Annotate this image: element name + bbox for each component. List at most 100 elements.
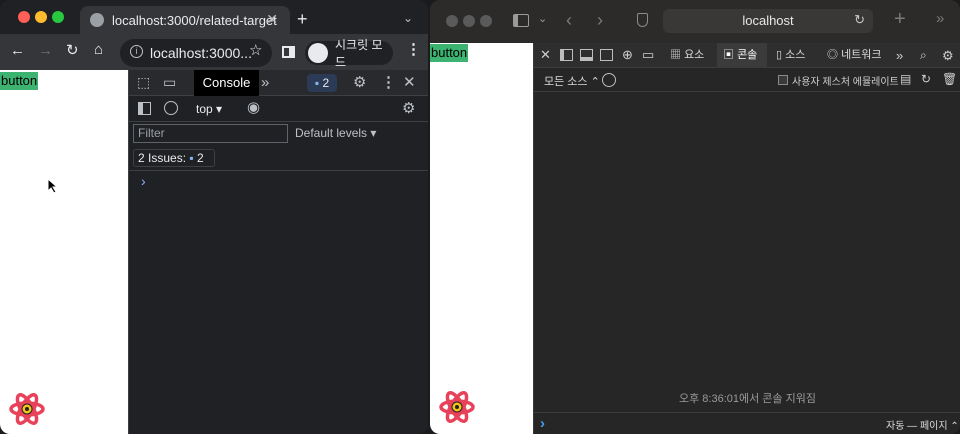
chrome-window: localhost:3000/related-target ✕ + ⌄ ← → … [0, 0, 428, 434]
page-button[interactable]: button [0, 72, 39, 90]
issues-badge[interactable]: ▪ 2 [307, 74, 337, 92]
sources-select[interactable]: 모든 소스 ⌃ [544, 73, 600, 89]
close-icon[interactable]: ✕ [403, 75, 416, 90]
back-icon[interactable]: ‹ [566, 11, 572, 29]
console-prompt[interactable]: › [141, 173, 146, 189]
levels-select[interactable]: Default levels ▾ [295, 126, 376, 140]
eye-icon[interactable]: ◉ [247, 100, 260, 115]
home-icon[interactable]: ⌂ [94, 42, 103, 57]
devtools-panel: ⬚ ▭ Console » ▪ 2 ⚙ ⋮ ✕ top ▾ ◉ ⚙ Filter… [128, 70, 428, 434]
more-icon[interactable]: » [936, 11, 944, 26]
device-icon[interactable]: ▭ [163, 75, 176, 89]
maximize-window-button[interactable] [480, 15, 492, 27]
tab-console[interactable]: Console [194, 70, 259, 96]
tab-sources[interactable]: ▯ 소스 [776, 43, 805, 68]
issues-link[interactable]: 2 Issues: ▪ 2 [133, 149, 215, 167]
inspector-tabbar: ✕ ⊕ ▭ ▦ 요소 ▣ 콘솔 ▯ 소스 ◎ 네트워크 » ⌕ ⚙ [534, 43, 960, 68]
forward-icon[interactable]: → [38, 43, 53, 58]
incognito-icon [308, 43, 328, 63]
tab-search-icon[interactable]: ⌄ [403, 12, 413, 24]
auto-page-label: 자동 — 페이지 [886, 421, 948, 432]
page-viewport: button [0, 70, 128, 434]
incognito-indicator[interactable]: 시크릿 모드 [305, 38, 393, 69]
more-tabs-icon[interactable]: » [261, 75, 269, 90]
new-tab-icon[interactable]: + [297, 10, 308, 28]
detach-icon[interactable] [600, 49, 613, 61]
react-logo-icon [9, 393, 45, 425]
new-tab-icon[interactable]: + [894, 9, 906, 29]
more-tabs-icon[interactable]: » [896, 49, 903, 62]
react-logo-icon [439, 391, 475, 423]
page-viewport: button [430, 43, 533, 434]
context-value: top [196, 102, 213, 116]
target-icon[interactable]: ⊕ [622, 48, 633, 61]
sidepanel-icon[interactable] [282, 46, 295, 58]
filter-icon[interactable] [602, 73, 616, 87]
inspect-icon[interactable]: ⬚ [137, 75, 150, 89]
chevron-down-icon: ▾ [216, 102, 223, 116]
close-window-button[interactable] [446, 15, 458, 27]
safari-window: ⌄ ‹ › localhost ↻ + » button ✕ ⊕ ▭ ▦ 요소 [430, 0, 960, 434]
trash-icon[interactable]: 🗑 [942, 73, 957, 85]
close-icon[interactable]: ✕ [540, 48, 551, 61]
minimize-window-button[interactable] [463, 15, 475, 27]
dock-left-icon[interactable] [560, 49, 573, 61]
tab-title: localhost:3000/related-target [112, 12, 277, 28]
issues-badge-count: 2 [322, 76, 330, 90]
divider [129, 170, 428, 171]
console-prompt[interactable]: › [540, 415, 545, 432]
tab-elements[interactable]: ▦ 요소 [670, 43, 704, 68]
sidebar-icon[interactable] [513, 14, 529, 27]
issues-count: 2 [196, 151, 204, 165]
console-toolbar: 모든 소스 ⌃ 사용자 제스처 에뮬레이트 ▤ ↻ 🗑 [534, 68, 960, 92]
tab-network-label: 네트워크 [841, 49, 882, 61]
url-text: localhost [742, 13, 794, 28]
tab-network[interactable]: ◎ 네트워크 [827, 43, 882, 68]
info-icon[interactable]: i [130, 45, 143, 58]
emulate-label: 사용자 제스처 에뮬레이트 [792, 77, 899, 88]
settings-icon[interactable]: ⚙ [942, 49, 954, 62]
clear-icon[interactable] [164, 101, 178, 115]
safari-titlebar: ⌄ ‹ › localhost ↻ + » [430, 0, 960, 42]
dock-bottom-icon[interactable] [580, 49, 593, 61]
reload-icon[interactable]: ↻ [66, 43, 79, 58]
search-icon[interactable]: ⌕ [920, 49, 927, 61]
toolbar: ← → ↻ ⌂ i localhost:3000... ☆ 시크릿 모드 ⋮ [0, 34, 428, 70]
forward-icon[interactable]: › [597, 11, 603, 29]
preserve-log-icon[interactable]: ▤ [900, 73, 911, 85]
back-icon[interactable]: ← [10, 43, 25, 58]
close-tab-icon[interactable]: ✕ [266, 11, 278, 28]
sidebar-icon[interactable] [138, 102, 151, 115]
cursor-icon [47, 178, 59, 194]
minimize-window-button[interactable] [35, 11, 47, 23]
browser-tab[interactable]: localhost:3000/related-target ✕ [80, 6, 290, 34]
devtools-tabbar: ⬚ ▭ Console » ▪ 2 ⚙ ⋮ ✕ [129, 70, 428, 96]
menu-icon[interactable]: ⋮ [406, 42, 421, 57]
chat-icon: ▪ [189, 151, 194, 165]
console-settings-icon[interactable]: ⚙ [402, 101, 415, 116]
address-bar[interactable]: localhost ↻ [663, 9, 873, 33]
context-select[interactable]: top ▾ [196, 102, 222, 116]
device-icon[interactable]: ▭ [642, 48, 654, 61]
filter-input[interactable]: Filter [133, 124, 288, 143]
reload-icon[interactable]: ↻ [921, 73, 931, 85]
levels-value: Default levels [295, 126, 368, 140]
emulate-checkbox[interactable] [778, 75, 788, 85]
console-toolbar: top ▾ ◉ ⚙ [129, 96, 428, 122]
incognito-label: 시크릿 모드 [335, 38, 383, 69]
chevron-down-icon[interactable]: ⌄ [538, 14, 547, 25]
page-button[interactable]: button [430, 44, 469, 62]
globe-icon [90, 13, 104, 27]
maximize-window-button[interactable] [52, 11, 64, 23]
settings-icon[interactable]: ⚙ [353, 75, 366, 90]
star-icon[interactable]: ☆ [249, 43, 262, 58]
close-window-button[interactable] [18, 11, 30, 23]
execution-context-select[interactable]: 자동 — 페이지 ⌃ [886, 417, 959, 432]
privacy-shield-icon[interactable] [637, 13, 648, 27]
url-text: localhost:3000... [150, 45, 252, 61]
tab-console[interactable]: ▣ 콘솔 [717, 43, 767, 68]
tab-elements-label: 요소 [684, 49, 705, 61]
reload-icon[interactable]: ↻ [854, 13, 865, 26]
console-cleared-message: 오후 8:36:01에서 콘솔 지워짐 [679, 393, 816, 405]
devtools-menu-icon[interactable]: ⋮ [381, 75, 396, 90]
